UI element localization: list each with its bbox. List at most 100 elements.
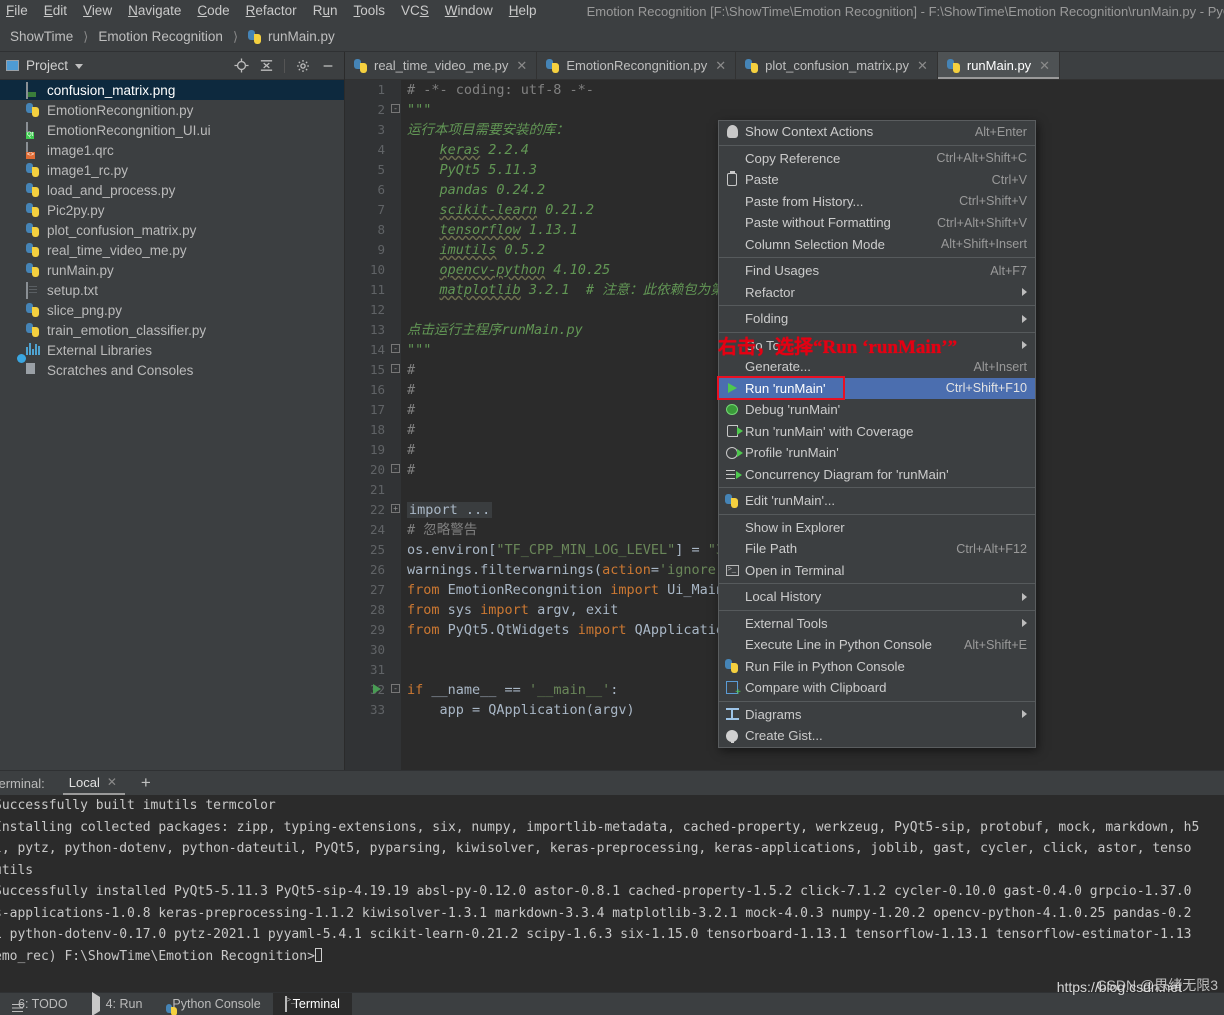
context-menu-item[interactable]: Local History [719,586,1035,608]
collapse-all-icon[interactable] [259,58,274,73]
run-gutter-icon[interactable] [373,684,381,694]
close-icon[interactable]: ✕ [715,58,726,74]
close-icon[interactable]: ✕ [1039,58,1050,74]
project-tree-item[interactable]: real_time_video_me.py [0,240,344,260]
line-text: opencv-python 4.10.25 [439,262,611,278]
project-tree-item[interactable]: Pic2py.py [0,200,344,220]
context-menu-item[interactable]: Debug 'runMain' [719,399,1035,421]
status-bar-item[interactable]: Python Console [154,993,272,1015]
fold-toggle-icon[interactable]: - [391,684,400,693]
project-tree-item[interactable]: Scratches and Consoles [0,360,344,380]
menu-item-help[interactable]: Help [501,0,545,22]
project-tree-item[interactable]: setup.txt [0,280,344,300]
target-icon[interactable] [234,58,249,73]
fold-toggle-icon[interactable]: + [391,504,400,513]
project-tree-item[interactable]: EmotionRecongnition_UI.ui [0,120,344,140]
context-menu-item[interactable]: Diagrams [719,704,1035,726]
context-menu-item[interactable]: Paste without Formatting Ctrl+Alt+Shift+V [719,212,1035,234]
status-bar-item[interactable]: 6: TODO [0,993,80,1015]
editor-context-menu[interactable]: Show Context Actions Alt+Enter Copy Refere… [717,120,1036,748]
menu-item-vcs[interactable]: VCS [393,0,437,22]
line-number: 24 [369,522,385,537]
fold-toggle-icon[interactable]: - [391,464,400,473]
context-menu-item[interactable]: Show in Explorer [719,517,1035,539]
line-number: 17 [369,402,385,417]
context-menu-item[interactable]: Paste Ctrl+V [719,169,1035,191]
chevron-down-icon[interactable] [75,64,84,69]
context-menu-item[interactable]: Edit 'runMain'... [719,490,1035,512]
project-tree-item[interactable]: EmotionRecongnition.py [0,100,344,120]
status-bar-item[interactable]: 4: Run [80,992,155,1015]
context-menu-item[interactable]: Create Gist... [719,725,1035,747]
context-menu-item[interactable]: Run File in Python Console [719,656,1035,678]
submenu-arrow-icon [1022,341,1027,350]
project-tree-item[interactable]: plot_confusion_matrix.py [0,220,344,240]
project-tree-item[interactable]: External Libraries [0,340,344,360]
context-menu-item[interactable]: Find Usages Alt+F7 [719,260,1035,282]
project-tree-item[interactable]: runMain.py [0,260,344,280]
menu-item-file[interactable]: File [0,0,36,22]
editor-tab[interactable]: plot_confusion_matrix.py ✕ [736,52,938,79]
project-tree-item[interactable]: image1_rc.py [0,160,344,180]
line-number: 21 [369,482,385,497]
line-number: 2 [377,102,385,117]
breadcrumb-separator: ⟩ [232,28,239,44]
context-menu-item[interactable]: Refactor [719,282,1035,304]
project-tree-item[interactable]: image1.qrc [0,140,344,160]
context-menu-item[interactable]: Execute Line in Python Console Alt+Shift+… [719,634,1035,656]
context-menu-item[interactable]: Concurrency Diagram for 'runMain' [719,464,1035,486]
context-menu-shortcut: Ctrl+Alt+Shift+V [937,215,1027,230]
editor-tab-label: plot_confusion_matrix.py [765,58,909,73]
context-menu-item[interactable]: Profile 'runMain' [719,442,1035,464]
menu-item-view[interactable]: View [75,0,120,22]
menu-item-window[interactable]: Window [437,0,501,22]
editor-tab[interactable]: EmotionRecongnition.py ✕ [537,52,737,79]
context-menu-item[interactable]: External Tools [719,613,1035,635]
context-menu-item[interactable]: Copy Reference Ctrl+Alt+Shift+C [719,148,1035,170]
breadcrumb-item-project[interactable]: Emotion Recognition [88,29,223,44]
fold-toggle-icon[interactable]: - [391,344,400,353]
editor-tab-label: runMain.py [966,58,1032,73]
project-tree-item-label: slice_png.py [47,302,123,318]
menu-item-refactor[interactable]: Refactor [238,0,305,22]
breadcrumb-item-file[interactable]: runMain.py [238,29,335,44]
context-menu-item[interactable]: Generate... Alt+Insert [719,356,1035,378]
line-number: 29 [369,622,385,637]
menu-item-navigate[interactable]: Navigate [120,0,189,22]
close-icon[interactable]: ✕ [516,58,527,74]
project-tree-item[interactable]: confusion_matrix.png [0,80,344,100]
close-icon[interactable]: ✕ [917,58,928,74]
editor-tab[interactable]: real_time_video_me.py ✕ [345,52,538,79]
context-menu-item[interactable]: Folding [719,308,1035,330]
context-menu-item[interactable]: Compare with Clipboard [719,677,1035,699]
context-menu-item[interactable]: File Path Ctrl+Alt+F12 [719,538,1035,560]
breadcrumb-item-showtime[interactable]: ShowTime [0,29,73,44]
project-tree-item-label: train_emotion_classifier.py [47,322,207,338]
project-tree-item[interactable]: train_emotion_classifier.py [0,320,344,340]
fold-toggle-icon[interactable]: - [391,364,400,373]
context-menu-item[interactable]: Column Selection Mode Alt+Shift+Insert [719,234,1035,256]
editor-tab[interactable]: runMain.py ✕ [937,52,1061,79]
status-bar-item[interactable]: Terminal [272,992,352,1015]
project-tree-item[interactable]: load_and_process.py [0,180,344,200]
menu-item-edit[interactable]: Edit [36,0,75,22]
minimize-icon[interactable] [320,58,335,73]
context-menu-item[interactable]: Open in Terminal [719,560,1035,582]
close-icon[interactable]: ✕ [107,775,117,789]
menu-item-tools[interactable]: Tools [345,0,393,22]
fold-toggle-icon[interactable]: - [391,104,400,113]
context-menu-item[interactable]: Show Context Actions Alt+Enter [719,121,1035,143]
menu-item-run[interactable]: Run [305,0,346,22]
project-tree-item[interactable]: slice_png.py [0,300,344,320]
context-menu-item[interactable]: Run 'runMain' Ctrl+Shift+F10 [717,375,1035,400]
breadcrumb-file-label: runMain.py [268,29,335,44]
add-terminal-button[interactable]: + [141,774,151,792]
terminal-tab-local[interactable]: Local ✕ [62,771,125,795]
menu-item-code[interactable]: Code [189,0,237,22]
context-menu-item[interactable]: Run 'runMain' with Coverage [719,421,1035,443]
breadcrumb: ShowTime ⟩ Emotion Recognition ⟩ runMain… [0,22,1224,52]
gear-icon[interactable] [295,58,310,73]
context-menu-item[interactable]: Paste from History... Ctrl+Shift+V [719,191,1035,213]
terminal-output[interactable]: Successfully built imutils termcolor Inst… [0,795,1224,992]
context-menu-shortcut: Alt+F7 [990,263,1027,278]
